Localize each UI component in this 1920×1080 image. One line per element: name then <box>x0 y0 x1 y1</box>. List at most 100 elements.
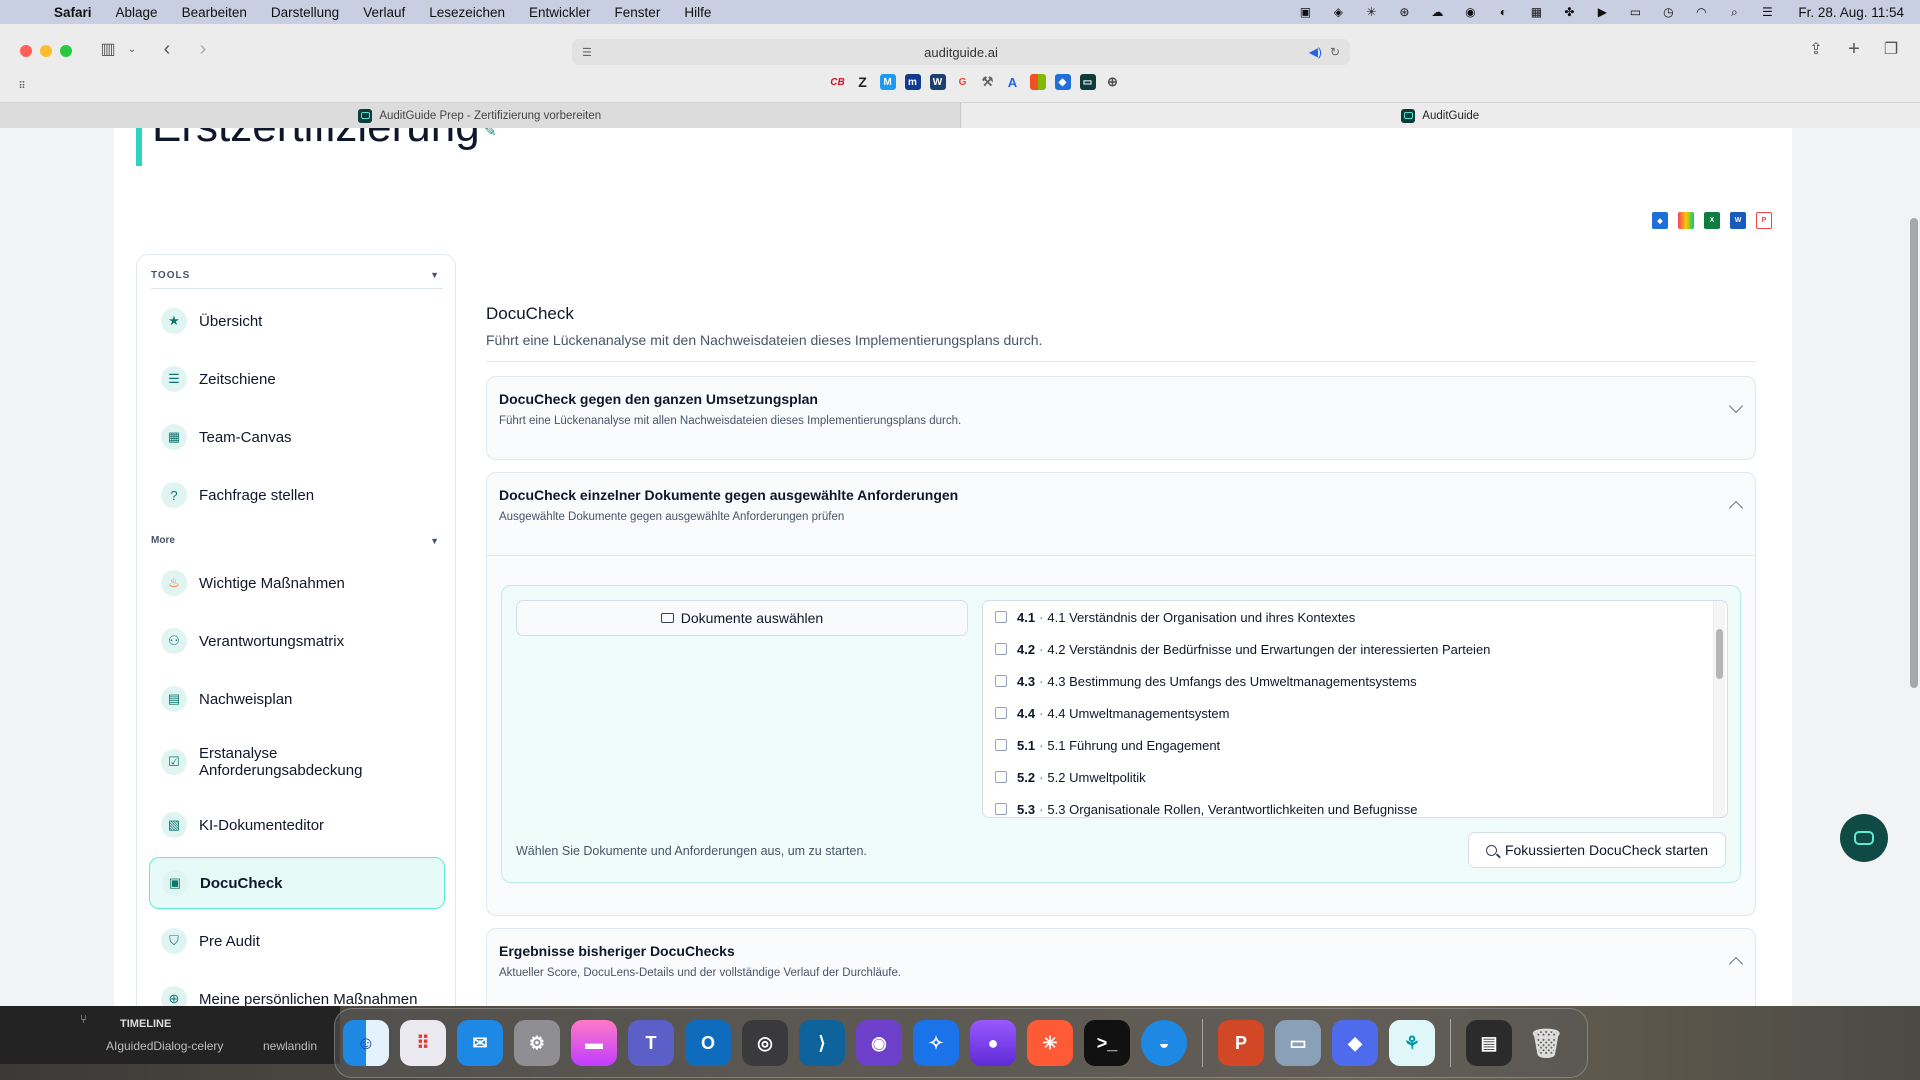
claude-icon[interactable]: ✳ <box>1027 1020 1073 1066</box>
trash-icon[interactable]: 🗑 <box>1523 1020 1569 1066</box>
pptx-export-icon[interactable]: P <box>1756 212 1772 229</box>
status-app-icon[interactable]: ⊛ <box>1396 5 1412 19</box>
sidebar-item-team-canvas[interactable]: ▦ Team-Canvas <box>149 411 445 463</box>
forward-button[interactable]: › <box>192 38 214 60</box>
outlook-icon[interactable]: O <box>685 1020 731 1066</box>
bookmark-cb-icon[interactable]: CB <box>830 74 846 90</box>
address-bar[interactable]: ☰ auditguide.ai ◀) ↻ <box>572 39 1350 65</box>
menu-lesezeichen[interactable]: Lesezeichen <box>429 5 505 20</box>
requirements-list[interactable]: 4.1 · 4.1 Verständnis der Organisation u… <box>982 600 1728 818</box>
sidebar-item-wichtige-massnahmen[interactable]: ♨ Wichtige Maßnahmen <box>149 557 445 609</box>
preview-icon[interactable]: ▭ <box>1275 1020 1321 1066</box>
battery-icon[interactable]: ▭ <box>1627 5 1643 19</box>
bookmark-globe-icon[interactable]: ⊕ <box>1105 74 1121 90</box>
play-icon[interactable]: ▶ <box>1594 5 1610 19</box>
jira-export-icon[interactable]: ◆ <box>1652 212 1668 229</box>
start-focused-docucheck-button[interactable]: Fokussierten DocuCheck starten <box>1468 832 1726 868</box>
status-app-icon[interactable]: ▣ <box>1297 5 1313 19</box>
finder-icon[interactable]: ☺ <box>343 1020 389 1066</box>
audio-icon[interactable]: ◀) <box>1309 45 1322 59</box>
mail-icon[interactable]: ✉ <box>457 1020 503 1066</box>
teams-icon[interactable]: T <box>628 1020 674 1066</box>
status-app-icon[interactable]: ◈ <box>1330 5 1346 19</box>
screens-icon[interactable]: ▬ <box>571 1020 617 1066</box>
recent-document-icon[interactable]: ▤ <box>1466 1020 1512 1066</box>
requirement-checkbox[interactable] <box>995 643 1007 655</box>
github-desktop-icon[interactable]: ◉ <box>856 1020 902 1066</box>
bookmark-auditguide-icon[interactable]: ▭ <box>1079 74 1096 90</box>
menu-bearbeiten[interactable]: Bearbeiten <box>182 5 247 20</box>
chevron-down-icon[interactable] <box>1728 398 1744 414</box>
sidebar-item-zeitschiene[interactable]: ☰ Zeitschiene <box>149 353 445 405</box>
chevron-up-icon[interactable] <box>1728 500 1744 516</box>
spotlight-icon[interactable]: ⌕ <box>1726 5 1742 19</box>
sidebar-item-verantwortungsmatrix[interactable]: ⚇ Verantwortungsmatrix <box>149 615 445 667</box>
status-app-icon[interactable]: ✳ <box>1363 5 1379 19</box>
launchpad-icon[interactable]: ⠿ <box>400 1020 446 1066</box>
bookmark-microsoft-icon[interactable] <box>1029 74 1046 90</box>
terminal-window-strip[interactable]: ⑂ TIMELINE AIguidedDialog-celery newland… <box>0 1006 340 1064</box>
list-item[interactable]: 5.1 · 5.1 Führung und Engagement <box>995 735 1220 755</box>
list-item[interactable]: 4.4 · 4.4 Umweltmanagementsystem <box>995 703 1230 723</box>
menu-ablage[interactable]: Ablage <box>116 5 158 20</box>
time-machine-icon[interactable]: ◷ <box>1660 5 1676 19</box>
more-collapse-icon[interactable]: ▼ <box>430 536 439 546</box>
requirement-checkbox[interactable] <box>995 675 1007 687</box>
bookmark-w-icon[interactable]: W <box>929 74 946 90</box>
status-app-icon[interactable]: ✤ <box>1561 5 1577 19</box>
back-button[interactable]: ‹ <box>156 38 178 60</box>
requirement-checkbox[interactable] <box>995 803 1007 815</box>
requirement-checkbox[interactable] <box>995 611 1007 623</box>
tools-collapse-icon[interactable]: ▼ <box>430 270 439 280</box>
sidebar-item-ki-dokumenteditor[interactable]: ▧ KI-Dokumenteditor <box>149 799 445 851</box>
tab-auditguide-prep[interactable]: AuditGuide Prep - Zertifizierung vorbere… <box>0 103 961 128</box>
menu-darstellung[interactable]: Darstellung <box>271 5 339 20</box>
requirement-checkbox[interactable] <box>995 739 1007 751</box>
menu-verlauf[interactable]: Verlauf <box>363 5 405 20</box>
edit-title-icon[interactable]: ✎ <box>484 128 497 140</box>
sidebar-item-uebersicht[interactable]: ★ Übersicht <box>149 295 445 347</box>
bookmark-m2-icon[interactable]: m <box>904 74 921 90</box>
chat-app-icon[interactable]: ◆ <box>1332 1020 1378 1066</box>
minimize-window-button[interactable] <box>40 45 52 57</box>
sidebar-item-docucheck[interactable]: ▣ DocuCheck <box>149 857 445 909</box>
chevron-down-icon[interactable]: ⌄ <box>126 40 138 58</box>
bookmark-jira-icon[interactable]: ◆ <box>1054 74 1071 90</box>
sidebar-item-fachfrage[interactable]: ? Fachfrage stellen <box>149 469 445 521</box>
requirement-checkbox[interactable] <box>995 771 1007 783</box>
requirements-scroll-thumb[interactable] <box>1716 629 1723 679</box>
sidebar-item-erstanalyse[interactable]: ☑ Erstanalyse Anforderungsabdeckung <box>149 731 445 793</box>
docker-icon[interactable]: ◒ <box>1141 1020 1187 1066</box>
terminal-icon[interactable]: >_ <box>1084 1020 1130 1066</box>
accordion-whole-plan[interactable]: DocuCheck gegen den ganzen Umsetzungspla… <box>486 376 1756 460</box>
list-item[interactable]: 4.1 · 4.1 Verständnis der Organisation u… <box>995 607 1355 627</box>
menu-safari[interactable]: Safari <box>54 5 92 20</box>
accordion-previous-results[interactable]: Ergebnisse bisheriger DocuChecks Aktuell… <box>486 928 1756 1006</box>
share-icon[interactable]: ⇪ <box>1806 38 1826 60</box>
page-scrollbar[interactable] <box>1910 218 1918 688</box>
list-item[interactable]: 4.3 · 4.3 Bestimmung des Umfangs des Umw… <box>995 671 1417 691</box>
select-documents-button[interactable]: Dokumente auswählen <box>516 600 968 636</box>
sidebar-item-nachweisplan[interactable]: ▤ Nachweisplan <box>149 673 445 725</box>
list-item[interactable]: 4.2 · 4.2 Verständnis der Bedürfnisse un… <box>995 639 1490 659</box>
menu-fenster[interactable]: Fenster <box>615 5 661 20</box>
safari-icon[interactable]: ✧ <box>913 1020 959 1066</box>
chevron-up-icon[interactable] <box>1728 956 1744 972</box>
page-menu-icon[interactable]: ☰ <box>582 46 592 59</box>
bookmark-tool-icon[interactable]: ⚒ <box>980 74 996 90</box>
requirement-checkbox[interactable] <box>995 707 1007 719</box>
arc-icon[interactable]: ● <box>970 1020 1016 1066</box>
status-app-icon[interactable]: ◉ <box>1462 5 1478 19</box>
sidebar-toggle-icon[interactable]: ▥ <box>96 39 120 59</box>
menu-clock[interactable]: Fr. 28. Aug. 11:54 <box>1798 5 1904 20</box>
system-settings-icon[interactable]: ⚙ <box>514 1020 560 1066</box>
close-window-button[interactable] <box>20 45 32 57</box>
zoom-window-button[interactable] <box>60 45 72 57</box>
word-export-icon[interactable]: W <box>1730 212 1746 229</box>
bookmark-google-icon[interactable]: G <box>955 74 971 90</box>
screenshot-icon[interactable]: ◎ <box>742 1020 788 1066</box>
status-app-icon[interactable]: ▦ <box>1528 5 1544 19</box>
list-item[interactable]: 5.3 · 5.3 Organisationale Rollen, Verant… <box>995 799 1417 817</box>
monday-export-icon[interactable] <box>1678 212 1694 229</box>
control-center-icon[interactable]: ☰ <box>1759 5 1775 19</box>
